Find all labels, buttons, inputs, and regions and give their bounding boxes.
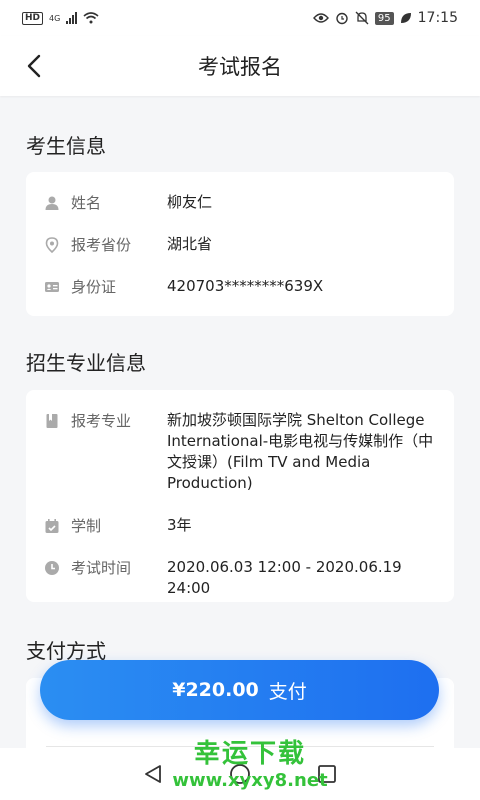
major-label: 报考专业 [71, 412, 132, 430]
province-value: 湖北省 [167, 235, 213, 253]
watermark: 幸运下载 www.xyxy8.net [170, 733, 330, 791]
location-pin-icon [45, 237, 59, 253]
eye-icon [312, 13, 329, 23]
nav-back-icon[interactable] [142, 763, 164, 785]
program-info-card: 报考专业 新加坡莎顿国际学院 Shelton College Internati… [26, 390, 454, 602]
province-label: 报考省份 [71, 236, 132, 254]
name-label: 姓名 [71, 194, 102, 212]
exam-time-label: 考试时间 [71, 559, 132, 577]
clock-time: 17:15 [417, 10, 458, 26]
pay-amount: ¥220.00 [172, 679, 259, 701]
pay-label: 支付 [268, 680, 307, 703]
person-icon [45, 196, 59, 210]
wifi-icon [83, 12, 99, 24]
watermark-name: 幸运下载 [193, 739, 306, 769]
watermark-url: www.xyxy8.net [172, 770, 328, 791]
id-card-label: 身份证 [71, 278, 117, 296]
leaf-icon [400, 13, 411, 23]
status-right: 95 17:15 [312, 10, 458, 26]
candidate-info-card: 姓名 柳友仁 报考省份 湖北省 身份证 420703********639X [26, 172, 454, 316]
program-section-title: 招生专业信息 [26, 351, 146, 375]
calendar-icon [45, 519, 59, 533]
major-value: 新加坡莎顿国际学院 Shelton College International-… [167, 411, 434, 492]
mute-icon [355, 11, 369, 25]
header: 考试报名 [0, 36, 480, 96]
back-button[interactable] [18, 50, 50, 82]
book-icon [46, 414, 58, 428]
id-card-icon [45, 282, 59, 292]
clock-icon [45, 561, 59, 575]
name-value: 柳友仁 [167, 193, 213, 211]
id-card-value: 420703********639X [167, 277, 324, 295]
network-type: 4G [49, 13, 61, 23]
status-bar: HD 4G 95 17:15 [0, 0, 480, 36]
candidate-section-title: 考生信息 [26, 134, 106, 158]
duration-value: 3年 [167, 516, 192, 534]
hd-indicator: HD [22, 11, 44, 25]
chevron-left-icon [27, 54, 41, 78]
alarm-icon [336, 12, 348, 25]
page-title: 考试报名 [198, 55, 282, 79]
duration-label: 学制 [71, 517, 102, 535]
signal-icon [66, 12, 78, 24]
status-left: HD 4G [22, 11, 99, 25]
pay-button[interactable]: ¥220.00 支付 [40, 660, 439, 720]
battery-level: 95 [374, 11, 394, 25]
exam-time-value: 2020.06.03 12:00 - 2020.06.19 24:00 [167, 558, 402, 597]
